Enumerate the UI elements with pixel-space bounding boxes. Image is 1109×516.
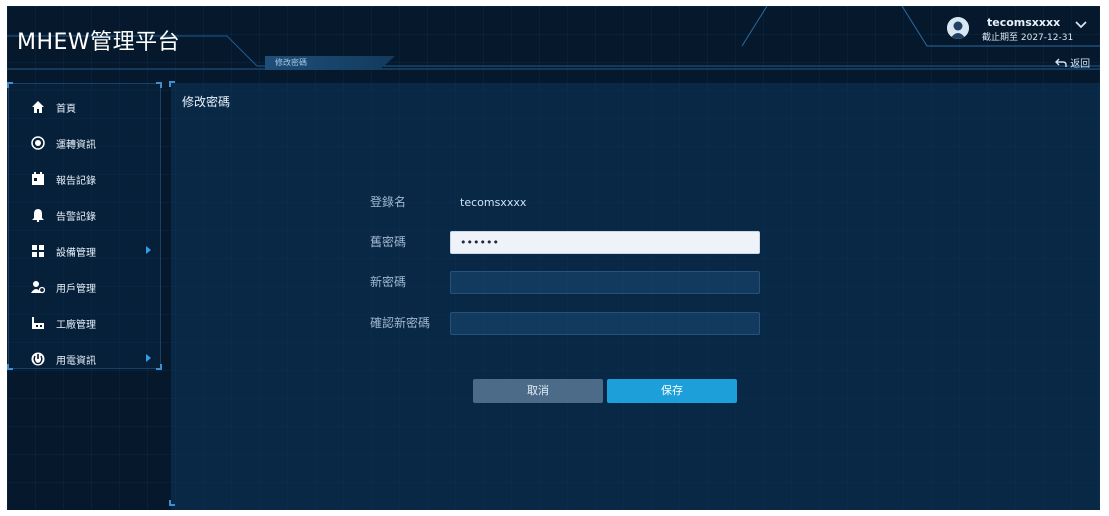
users-icon <box>31 280 45 294</box>
globe-icon <box>31 136 45 150</box>
page-title: 修改密碼 <box>182 95 231 109</box>
username-field: tecomsxxxx <box>460 196 527 209</box>
sidebar-item-power[interactable]: 用電資訊 <box>9 341 160 377</box>
old-password-input[interactable]: •••••• <box>450 231 760 254</box>
expiry-date: 截止期至 2027-12-31 <box>982 33 1074 43</box>
corner-decoration <box>156 82 162 88</box>
confirm-password-label: 確認新密碼 <box>370 316 431 330</box>
chevron-down-icon[interactable] <box>1075 18 1087 34</box>
new-password-input[interactable] <box>450 271 760 294</box>
sidebar-item-home[interactable]: 首頁 <box>9 89 160 125</box>
power-icon <box>31 352 45 366</box>
sidebar-item-label: 用電資訊 <box>56 355 96 367</box>
sidebar-item-label: 工廠管理 <box>56 319 96 331</box>
app-window: MHEW管理平台 修改密碼 tecomsxxxx 截止期至 2027-12-31… <box>7 6 1100 510</box>
caret-right-icon <box>146 354 151 362</box>
back-label: 返回 <box>1070 59 1091 70</box>
back-button[interactable]: 返回 <box>1055 55 1090 70</box>
sidebar-item-operation[interactable]: 運轉資訊 <box>9 125 160 161</box>
new-password-label: 新密碼 <box>370 275 407 289</box>
confirm-password-input[interactable] <box>450 312 760 335</box>
sidebar-item-label: 運轉資訊 <box>56 139 96 151</box>
user-name: tecomsxxxx <box>987 16 1061 29</box>
user-menu[interactable]: tecomsxxxx 截止期至 2027-12-31 <box>947 14 1097 44</box>
cancel-button[interactable]: 取消 <box>473 379 603 403</box>
calendar-icon <box>31 172 45 186</box>
username-label: 登錄名 <box>370 195 407 209</box>
factory-icon <box>31 316 45 330</box>
save-button[interactable]: 保存 <box>607 379 737 403</box>
bell-icon <box>31 208 45 222</box>
sidebar: 首頁 運轉資訊 報告記錄 告警記錄 設備管理 用戶管理 工廠管理 用電資訊 <box>7 82 162 370</box>
caret-right-icon <box>146 246 151 254</box>
sidebar-item-users[interactable]: 用戶管理 <box>9 269 160 305</box>
sidebar-item-factories[interactable]: 工廠管理 <box>9 305 160 341</box>
sidebar-item-label: 用戶管理 <box>56 283 96 295</box>
sidebar-item-devices[interactable]: 設備管理 <box>9 233 160 269</box>
home-icon <box>31 100 45 114</box>
old-password-label: 舊密碼 <box>370 235 407 249</box>
corner-decoration <box>169 81 175 87</box>
sidebar-item-label: 報告記錄 <box>56 175 96 187</box>
sidebar-item-reports[interactable]: 報告記錄 <box>9 161 160 197</box>
sidebar-item-alarms[interactable]: 告警記錄 <box>9 197 160 233</box>
corner-decoration <box>7 82 13 88</box>
tab-change-password[interactable]: 修改密碼 <box>265 56 395 70</box>
sidebar-item-label: 設備管理 <box>56 247 96 259</box>
corner-decoration <box>169 500 175 506</box>
sidebar-item-label: 首頁 <box>56 103 76 115</box>
app-title: MHEW管理平台 <box>17 30 181 55</box>
main-panel: 修改密碼 登錄名 tecomsxxxx 舊密碼 •••••• 新密碼 確認新密碼… <box>169 81 1100 510</box>
user-avatar-icon <box>947 17 969 39</box>
header: MHEW管理平台 修改密碼 tecomsxxxx 截止期至 2027-12-31… <box>7 6 1100 72</box>
grid-icon <box>31 244 45 258</box>
sidebar-item-label: 告警記錄 <box>56 211 96 223</box>
undo-arrow-icon <box>1055 58 1070 70</box>
